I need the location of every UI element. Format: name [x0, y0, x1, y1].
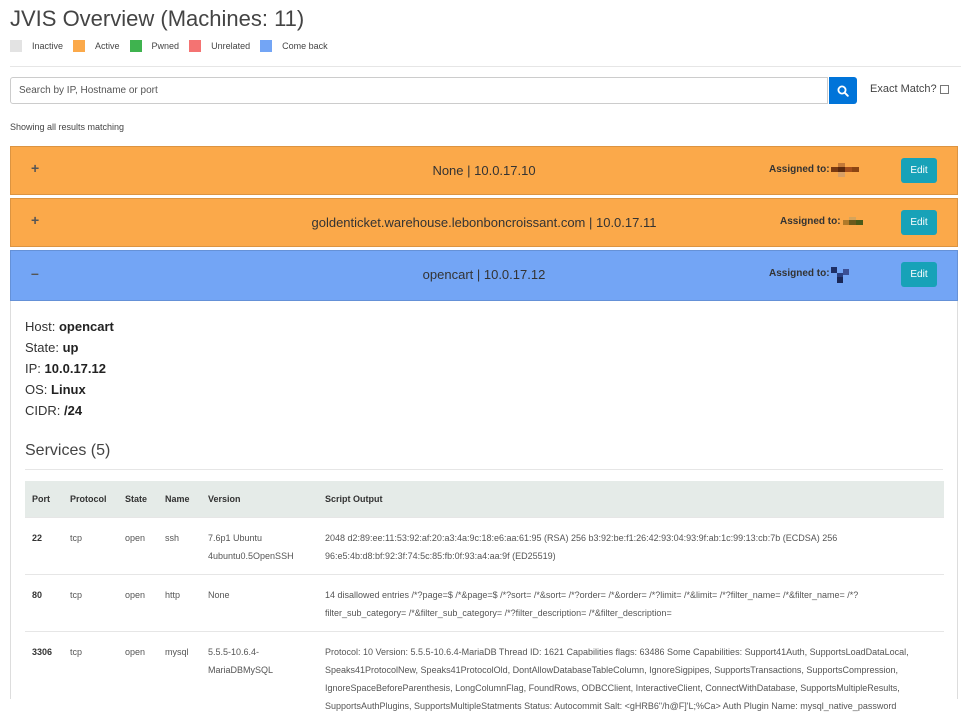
column-header: Name [165, 493, 190, 504]
header-divider [10, 66, 961, 67]
legend-label-inactive: Inactive [32, 41, 64, 51]
name-cell: ssh [158, 516, 201, 574]
assigned-label: Assigned to: [780, 216, 841, 227]
script-output-cell: 14 disallowed entries /*?page=$ /*&page=… [318, 573, 944, 631]
avatar [843, 215, 863, 229]
script-output-cell: 2048 d2:89:ee:11:53:92:af:20:a3:4a:9c:18… [318, 516, 944, 574]
legend-label-come-back: Come back [282, 41, 328, 51]
port-cell: 22 [25, 516, 63, 574]
name-cell: mysql [158, 630, 201, 724]
host-line: Host: opencart [25, 316, 114, 337]
machine-row[interactable]: + goldenticket.warehouse.lebonboncroissa… [10, 198, 958, 247]
column-header: Protocol [70, 493, 107, 504]
column-header: State [125, 493, 148, 504]
legend-swatch-pwned [129, 40, 142, 52]
machine-row[interactable]: – opencart | 10.0.17.12 Assigned to: Edi… [10, 250, 958, 301]
state-value: up [62, 340, 79, 355]
table-row: 80 tcp open http None 14 disallowed entr… [25, 573, 944, 631]
table-header-row: Port Protocol State Name Version Script … [25, 481, 944, 517]
legend-swatch-active [73, 40, 86, 52]
avatar [831, 267, 849, 283]
search-input[interactable] [10, 77, 828, 104]
os-label: OS: [25, 382, 48, 397]
os-value: Linux [51, 382, 86, 397]
exact-match-checkbox[interactable] [939, 84, 949, 94]
port-cell: 3306 [25, 630, 63, 724]
cidr-value: /24 [64, 403, 83, 418]
machine-detail-panel: Host: opencart State: up IP: 10.0.17.12 … [10, 301, 958, 724]
version-cell: 5.5.5-10.6.4-MariaDBMySQL [201, 630, 318, 724]
host-label: Host: [25, 319, 56, 334]
legend-label-active: Active [95, 41, 120, 51]
legend-label-unrelated: Unrelated [211, 41, 251, 51]
state-label: State: [25, 340, 59, 355]
machine-row[interactable]: + None | 10.0.17.10 Assigned to: Edit [10, 146, 958, 195]
assigned-label: Assigned to: [769, 268, 830, 279]
version-cell: 7.6p1 Ubuntu 4ubuntu0.5OpenSSH [201, 516, 318, 574]
avatar [831, 163, 859, 177]
services-table: Port Protocol State Name Version Script … [25, 481, 944, 724]
ip-line: IP: 10.0.17.12 [25, 358, 114, 379]
column-header: Script Output [325, 493, 383, 504]
search-icon [837, 85, 849, 97]
legend-swatch-inactive [10, 40, 22, 52]
column-header: Port [32, 493, 50, 504]
edit-button[interactable]: Edit [901, 158, 937, 183]
results-status: Showing all results matching [10, 122, 125, 132]
ip-value: 10.0.17.12 [44, 361, 106, 376]
version-cell: None [201, 573, 318, 631]
cidr-label: CIDR: [25, 403, 61, 418]
cidr-line: CIDR: /24 [25, 400, 114, 421]
legend-swatch-unrelated [189, 40, 202, 52]
protocol-cell: tcp [63, 573, 118, 631]
state-cell: open [118, 573, 158, 631]
assigned-label: Assigned to: [769, 164, 830, 175]
state-cell: open [118, 516, 158, 574]
status-legend: Inactive Active Pwned Unrelated Come bac… [10, 40, 338, 52]
services-title: Services (5) [25, 442, 111, 459]
ip-label: IP: [25, 361, 41, 376]
host-info: Host: opencart State: up IP: 10.0.17.12 … [25, 316, 114, 421]
name-cell: http [158, 573, 201, 631]
exact-match-label: Exact Match? [870, 83, 937, 95]
port-cell: 80 [25, 573, 63, 631]
protocol-cell: tcp [63, 516, 118, 574]
legend-swatch-come-back [260, 40, 273, 52]
table-row: 3306 tcp open mysql 5.5.5-10.6.4-MariaDB… [25, 630, 944, 724]
legend-label-pwned: Pwned [151, 41, 180, 51]
host-value: opencart [58, 319, 114, 334]
edit-button[interactable]: Edit [901, 262, 937, 287]
protocol-cell: tcp [63, 630, 118, 724]
column-header: Version [208, 493, 241, 504]
edit-button[interactable]: Edit [901, 210, 937, 235]
table-row: 22 tcp open ssh 7.6p1 Ubuntu 4ubuntu0.5O… [25, 516, 944, 574]
page-title: JVIS Overview (Machines: 11) [10, 6, 305, 31]
search-button[interactable] [829, 77, 857, 104]
state-line: State: up [25, 337, 114, 358]
exact-match: Exact Match? [870, 83, 949, 95]
state-cell: open [118, 630, 158, 724]
os-line: OS: Linux [25, 379, 114, 400]
services-divider [25, 469, 943, 470]
script-output-cell: Protocol: 10 Version: 5.5.5-10.6.4-Maria… [318, 630, 944, 724]
